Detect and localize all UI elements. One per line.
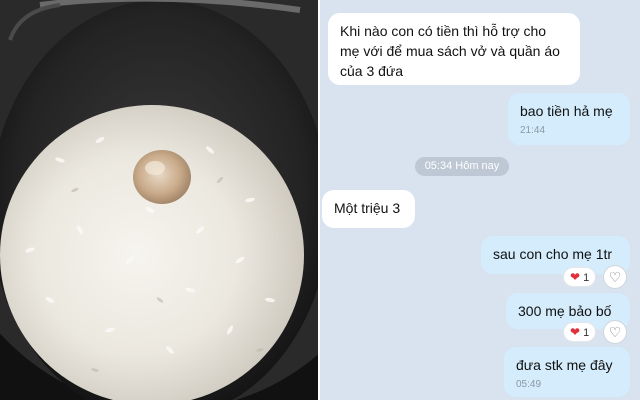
message-incoming-1[interactable]: Khi nào con có tiền thì hỗ trợ cho mẹ vớ… — [328, 13, 580, 85]
message-time: 21:44 — [520, 125, 546, 136]
message-text: Khi nào con có tiền thì hỗ trợ cho mẹ vớ… — [340, 23, 560, 79]
message-time: 05:49 — [516, 379, 542, 390]
message-outgoing-1[interactable]: bao tiền hả mẹ 21:44 — [508, 93, 630, 145]
message-text: 300 mẹ bảo bố — [518, 303, 612, 319]
message-text: đưa stk mẹ đây — [516, 357, 613, 373]
like-button[interactable]: ♡ — [604, 266, 626, 288]
reaction-count: 1 — [583, 327, 590, 339]
egg — [133, 150, 191, 204]
rice-cooker-photo — [0, 0, 318, 400]
heart-icon: ❤ — [570, 325, 581, 339]
heart-outline-icon: ♡ — [608, 269, 622, 285]
date-separator: 05:34 Hôm nay — [415, 157, 509, 176]
message-text: sau con cho mẹ 1tr — [493, 246, 613, 262]
like-button[interactable]: ♡ — [604, 321, 626, 343]
message-text: bao tiền hả mẹ — [520, 103, 613, 119]
message-outgoing-4[interactable]: đưa stk mẹ đây 05:49 — [504, 347, 630, 397]
rice-mound — [0, 105, 304, 400]
message-text: Một triệu 3 — [334, 200, 401, 216]
rice-cooker-illustration — [0, 0, 318, 400]
heart-icon: ❤ — [570, 270, 581, 284]
reaction-badge[interactable]: ❤ 1 — [564, 323, 596, 341]
chat-panel[interactable]: Khi nào con có tiền thì hỗ trợ cho mẹ vớ… — [320, 0, 640, 400]
reaction-count: 1 — [583, 272, 590, 284]
reaction-badge[interactable]: ❤ 1 — [564, 268, 596, 286]
heart-outline-icon: ♡ — [608, 324, 622, 340]
message-incoming-2[interactable]: Một triệu 3 — [322, 190, 415, 228]
